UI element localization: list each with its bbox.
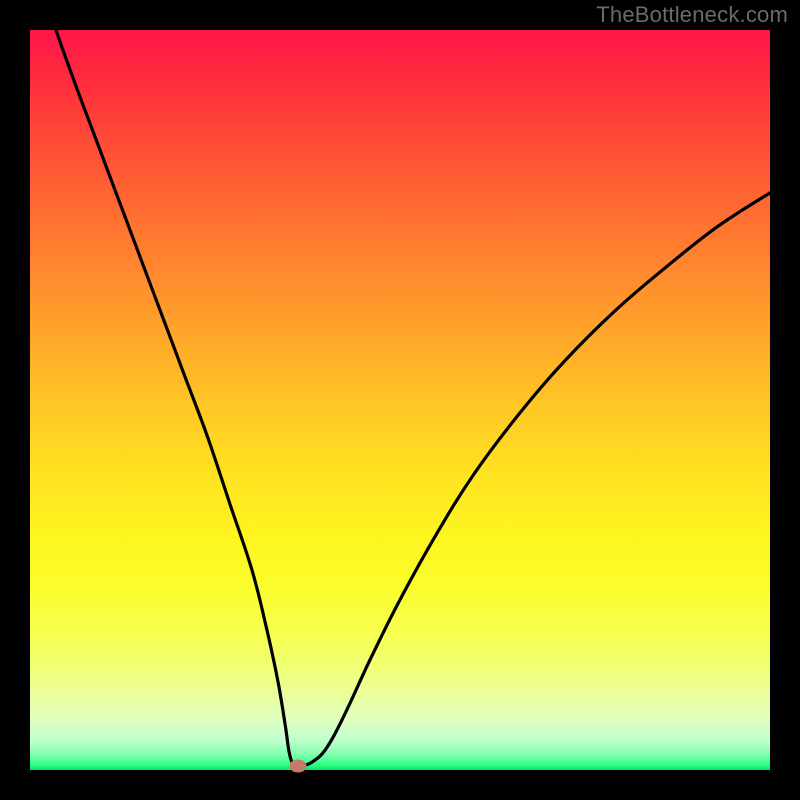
curve-svg [30,30,770,770]
attribution-text: TheBottleneck.com [596,2,788,28]
plot-area [30,30,770,770]
bottleneck-curve [56,30,770,766]
chart-frame: TheBottleneck.com [0,0,800,800]
optimum-marker [289,760,306,773]
